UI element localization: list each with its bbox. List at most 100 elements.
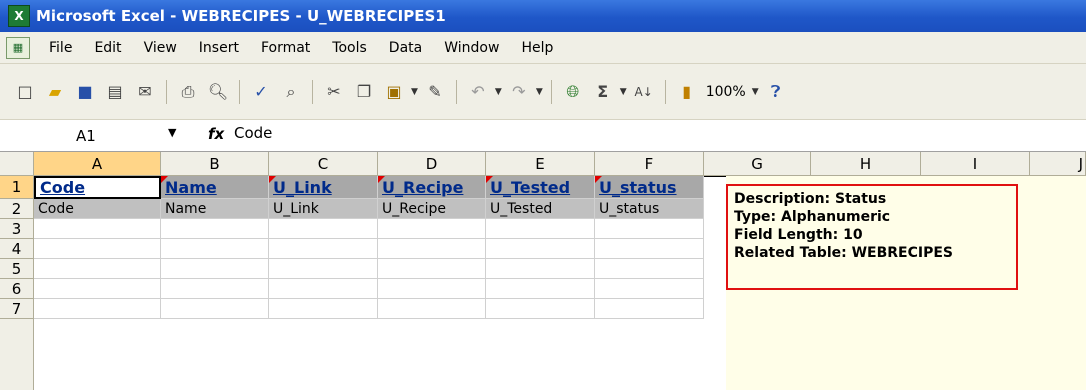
cell-a1[interactable]: Code (34, 176, 161, 199)
cell-f1-text: U_status (599, 178, 677, 197)
cell-a2[interactable]: Code (34, 199, 161, 219)
menu-window[interactable]: Window (444, 40, 499, 56)
copy-icon[interactable]: ❐ (353, 81, 375, 103)
row-header-8[interactable] (0, 319, 34, 390)
workbook-icon[interactable]: ▦ (6, 36, 30, 59)
new-icon[interactable]: □ (14, 81, 36, 103)
sort-ascending-icon[interactable]: A↓ (633, 81, 655, 103)
name-box[interactable]: A1 (0, 122, 150, 150)
cells-d3-d7[interactable] (378, 219, 486, 319)
cells-row8[interactable] (34, 319, 704, 390)
cell-d2[interactable]: U_Recipe (378, 199, 486, 219)
cell-e1-text: U_Tested (490, 178, 571, 197)
cell-b2[interactable]: Name (161, 199, 269, 219)
toolbar-separator (664, 79, 666, 104)
menu-insert[interactable]: Insert (199, 40, 239, 56)
menu-data[interactable]: Data (389, 40, 422, 56)
row-header-2[interactable]: 2 (0, 199, 34, 219)
comment-indicator (595, 176, 602, 183)
help-icon[interactable]: ❓︎ (765, 81, 787, 103)
row-header-5[interactable]: 5 (0, 259, 34, 279)
autosum-icon[interactable]: Σ (592, 81, 614, 103)
comment-indicator (486, 176, 493, 183)
menu-help[interactable]: Help (521, 40, 553, 56)
cell-c1[interactable]: U_Link (269, 176, 378, 199)
cell-d1[interactable]: U_Recipe (378, 176, 486, 199)
cells-c3-c7[interactable] (269, 219, 378, 319)
menu-edit[interactable]: Edit (94, 40, 121, 56)
window-title: Microsoft Excel - WEBRECIPES - U_WEBRECI… (36, 7, 446, 25)
paste-dropdown-icon[interactable]: ▼ (411, 87, 418, 97)
comment-related-table: Related Table: WEBRECIPES (734, 245, 953, 261)
comment-description: Description: Status (734, 191, 887, 207)
menu-file[interactable]: File (49, 40, 72, 56)
save-icon[interactable]: ■ (74, 81, 96, 103)
row-header-1[interactable]: 1 (0, 176, 34, 199)
cells-f3-f7[interactable] (595, 219, 704, 319)
cut-icon[interactable]: ✂ (323, 81, 345, 103)
cells-b3-b7[interactable] (161, 219, 269, 319)
autosum-dropdown-icon[interactable]: ▼ (620, 87, 627, 97)
cells-a3-a7[interactable] (34, 219, 161, 319)
select-all-corner[interactable] (0, 152, 34, 176)
comment-indicator (378, 176, 385, 183)
row-header-7[interactable]: 7 (0, 299, 34, 319)
paste-icon[interactable]: ▣ (383, 81, 405, 103)
cell-e1[interactable]: U_Tested (486, 176, 595, 199)
open-icon[interactable]: ▰ (44, 81, 66, 103)
column-header-a[interactable]: A (34, 152, 161, 176)
toolbar-separator (239, 79, 240, 104)
menu-format[interactable]: Format (261, 40, 310, 56)
permission-icon[interactable]: ▤ (104, 81, 126, 103)
undo-dropdown-icon[interactable]: ▼ (495, 87, 502, 97)
column-header-c[interactable]: C (269, 152, 378, 176)
toolbar-separator (166, 79, 167, 104)
format-painter-icon[interactable]: ✎ (424, 81, 446, 103)
cell-comment-f1[interactable]: Description: Status Type: Alphanumeric F… (726, 184, 1018, 290)
column-header-h[interactable]: H (811, 152, 921, 176)
email-icon[interactable]: ✉ (134, 81, 156, 103)
spelling-icon[interactable]: ✓ (250, 81, 272, 103)
column-header-g[interactable]: G (704, 152, 811, 176)
menu-bar: ▦ File Edit View Insert Format Tools Dat… (0, 32, 1086, 64)
column-header-i[interactable]: I (921, 152, 1030, 176)
name-box-dropdown-icon[interactable]: ▼ (168, 126, 176, 139)
chart-wizard-icon[interactable]: ▮ (676, 81, 698, 103)
menu-view[interactable]: View (144, 40, 177, 56)
excel-app-icon: X (8, 5, 30, 27)
column-header-f[interactable]: F (595, 152, 704, 176)
cell-c2[interactable]: U_Link (269, 199, 378, 219)
zoom-level[interactable]: 100% (706, 84, 746, 100)
undo-icon[interactable]: ↶ (467, 81, 489, 103)
formula-input[interactable]: Code (234, 124, 272, 142)
print-icon[interactable]: ⎙ (177, 81, 199, 103)
redo-icon[interactable]: ↷ (508, 81, 530, 103)
cell-a1-text: Code (40, 178, 86, 197)
cell-b1[interactable]: Name (161, 176, 269, 199)
comment-field-length: Field Length: 10 (734, 227, 863, 243)
cell-f1[interactable]: U_status (595, 176, 704, 199)
column-header-e[interactable]: E (486, 152, 595, 176)
comment-indicator (161, 176, 168, 183)
title-bar: X Microsoft Excel - WEBRECIPES - U_WEBRE… (0, 0, 1086, 32)
toolbar-separator (455, 79, 457, 104)
zoom-dropdown-icon[interactable]: ▼ (752, 87, 759, 97)
column-header-d[interactable]: D (378, 152, 486, 176)
research-icon[interactable]: ⌕ (280, 81, 302, 103)
cell-e2[interactable]: U_Tested (486, 199, 595, 219)
redo-dropdown-icon[interactable]: ▼ (536, 87, 543, 97)
print-preview-icon[interactable]: 🔍︎ (207, 81, 229, 103)
fx-icon[interactable]: fx (208, 125, 224, 143)
cells-e3-e7[interactable] (486, 219, 595, 319)
cell-d1-text: U_Recipe (382, 178, 464, 197)
row-header-4[interactable]: 4 (0, 239, 34, 259)
row-header-3[interactable]: 3 (0, 219, 34, 239)
column-header-b[interactable]: B (161, 152, 269, 176)
row-header-6[interactable]: 6 (0, 279, 34, 299)
cell-f2[interactable]: U_status (595, 199, 704, 219)
column-header-j[interactable]: J (1030, 152, 1086, 176)
hyperlink-icon[interactable]: 🌐︎ (562, 81, 584, 103)
cell-b1-text: Name (165, 178, 217, 197)
menu-tools[interactable]: Tools (332, 40, 367, 56)
formula-bar: A1 ▼ fx Code (0, 120, 1086, 152)
